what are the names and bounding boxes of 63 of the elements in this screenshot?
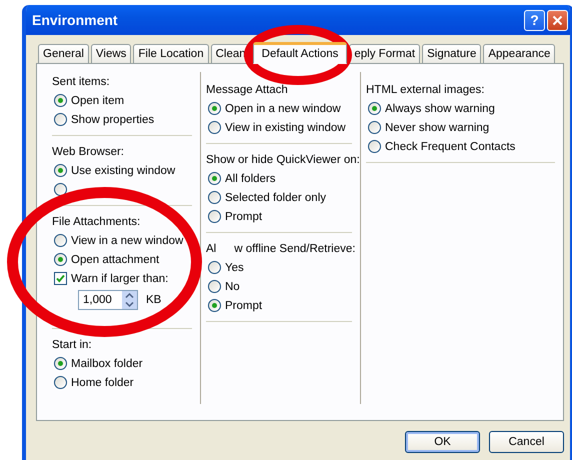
option-label: Yes <box>225 262 244 274</box>
radio-button[interactable] <box>368 102 381 115</box>
option-label: Selected folder only <box>225 192 326 204</box>
radio-button[interactable] <box>208 210 221 223</box>
group-heading: Sent items: <box>52 76 110 88</box>
option-label: Prompt <box>225 210 262 222</box>
dialog-button[interactable]: Cancel <box>489 431 564 453</box>
radio-button[interactable] <box>368 140 381 153</box>
group-heading: File Attachments: <box>52 216 140 228</box>
group-heading: Message Attach <box>206 84 288 96</box>
radio-button[interactable] <box>208 121 221 134</box>
unit-label: KB <box>146 294 162 306</box>
tab[interactable]: Default Actions <box>252 42 348 64</box>
checkbox[interactable] <box>54 272 67 285</box>
tab[interactable]: Views <box>90 44 132 63</box>
option-label: Mailbox folder <box>71 358 143 370</box>
radio-button[interactable] <box>54 357 67 370</box>
radio-button[interactable] <box>368 121 381 134</box>
group-heading: HTML external images: <box>366 84 484 96</box>
option-label: View in a new window <box>71 234 184 246</box>
option-label: Home folder <box>71 376 134 388</box>
radio-button[interactable] <box>208 102 221 115</box>
option-label: Never show warning <box>385 122 490 134</box>
radio-button[interactable] <box>54 253 67 266</box>
number-spinner[interactable]: 1,000 <box>78 290 138 310</box>
option-label: Open in a new window <box>225 102 341 114</box>
radio-button[interactable] <box>208 261 221 274</box>
option-label: No <box>225 280 240 292</box>
radio-button[interactable] <box>208 280 221 293</box>
radio-button[interactable] <box>54 113 67 126</box>
option-label: Open attachment <box>71 254 160 266</box>
option-label: Warn if larger than: <box>71 272 168 284</box>
option-label: View in existing window <box>225 122 346 134</box>
radio-button[interactable] <box>54 183 67 196</box>
option-label: Always show warning <box>385 102 495 114</box>
tab[interactable]: File Location <box>133 44 209 63</box>
window-title: Environment <box>32 12 118 28</box>
dialog-button[interactable]: OK <box>405 431 480 453</box>
radio-button[interactable] <box>208 299 221 312</box>
help-button[interactable]: ? <box>524 10 545 30</box>
option-label: Open item <box>71 94 124 106</box>
radio-button[interactable] <box>54 164 67 177</box>
option-label: Show properties <box>71 114 154 126</box>
radio-button[interactable] <box>208 191 221 204</box>
close-icon <box>552 14 563 26</box>
radio-button[interactable] <box>208 172 221 185</box>
option-label: Prompt <box>225 300 262 312</box>
tab[interactable]: General <box>38 44 89 63</box>
option-label: Check Frequent Contacts <box>385 140 516 152</box>
tab[interactable]: eply Format <box>349 44 420 63</box>
close-button[interactable] <box>547 10 568 30</box>
tab[interactable]: Appearance <box>483 44 556 63</box>
radio-button[interactable] <box>54 376 67 389</box>
group-heading: Web Browser: <box>52 146 124 158</box>
group-heading: Start in: <box>52 338 92 350</box>
option-label: All folders <box>225 172 276 184</box>
radio-button[interactable] <box>54 94 67 107</box>
group-heading: Al <box>206 242 216 254</box>
tab[interactable]: Signature <box>422 44 482 63</box>
group-heading: Show or hide QuickViewer on: <box>206 154 360 166</box>
group-heading: w offline Send/Retrieve: <box>234 242 356 254</box>
radio-button[interactable] <box>54 234 67 247</box>
option-label: Use existing window <box>71 164 176 176</box>
